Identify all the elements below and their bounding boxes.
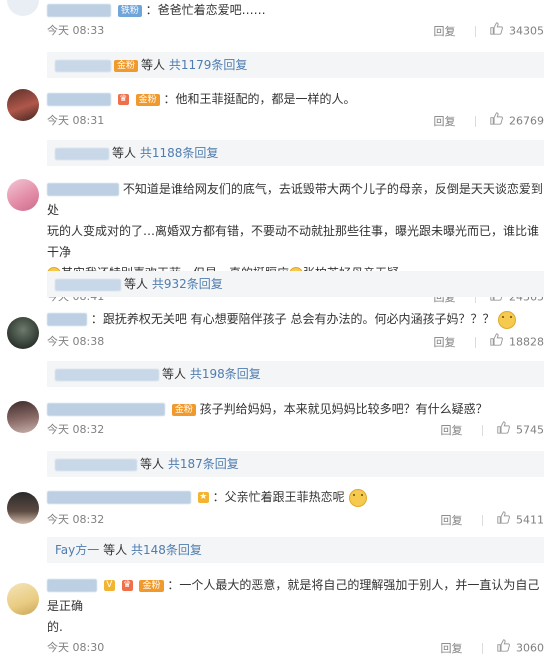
thumbs-up-icon[interactable] — [496, 511, 510, 530]
username[interactable] — [47, 4, 111, 17]
thumbs-up-icon[interactable] — [489, 333, 503, 352]
gold-fan-badge: 金粉 — [114, 59, 139, 72]
divider — [482, 643, 483, 654]
sub-reply-link[interactable]: 共932条回复 — [152, 277, 223, 291]
username[interactable] — [47, 313, 87, 326]
username[interactable] — [47, 183, 119, 196]
sub-reply-username[interactable] — [55, 147, 109, 160]
vip-crown-icon: ★ — [197, 492, 209, 503]
sub-reply-username[interactable] — [55, 59, 111, 72]
comment-text: ：他和王菲挺配的，都是一样的人。 — [163, 92, 356, 106]
comment-time: 今天 08:30 — [47, 641, 105, 654]
sub-reply-link[interactable]: 共198条回复 — [190, 367, 261, 381]
sub-reply-suffix: 等人 — [141, 58, 166, 72]
like-count: 3060 — [516, 641, 544, 655]
sub-reply-link[interactable]: 共187条回复 — [168, 457, 239, 471]
avatar[interactable] — [7, 583, 39, 615]
divider — [475, 116, 476, 127]
like-count: 26769 — [509, 114, 544, 128]
sub-reply-username[interactable]: Fay方一 — [55, 543, 99, 557]
divider — [475, 337, 476, 348]
avatar[interactable] — [7, 317, 39, 349]
avatar[interactable] — [7, 492, 39, 524]
avatar[interactable] — [7, 0, 39, 16]
reply-button[interactable]: 回复 — [434, 25, 456, 38]
thumbs-up-icon[interactable] — [496, 421, 510, 440]
avatar[interactable] — [7, 401, 39, 433]
avatar[interactable] — [7, 89, 39, 121]
divider — [482, 425, 483, 436]
sub-reply-summary[interactable]: 等人 共187条回复 — [47, 451, 544, 477]
like-count: 34305 — [509, 24, 544, 38]
reply-button[interactable]: 回复 — [441, 642, 463, 655]
like-count: 5745 — [516, 423, 544, 437]
comment-time: 今天 08:33 — [47, 24, 105, 37]
like-count: 5411 — [516, 513, 544, 527]
reply-button[interactable]: 回复 — [441, 424, 463, 437]
comment-text-line-2: 玩的人变成对的了…离婚双方都有错，不要动不动就扯那些往事，曝光跟未曝光而已，谁比… — [47, 224, 540, 259]
sub-reply-username[interactable] — [55, 368, 159, 381]
iron-fan-badge: 铁粉 — [117, 4, 142, 17]
thumbs-up-icon[interactable] — [496, 639, 510, 658]
sub-reply-link[interactable]: 共1188条回复 — [140, 146, 219, 160]
comment-text: 孩子判给妈妈，本来就见妈妈比较多吧？有什么疑惑？ — [199, 402, 488, 416]
like-count: 18828 — [509, 335, 544, 349]
sub-reply-suffix: 等人 — [112, 146, 137, 160]
comment-text: ：跟抚养权无关吧 有心想要陪伴孩子 总会有办法的。何必内涵孩子妈？？？ — [90, 312, 495, 326]
sub-reply-suffix: 等人 — [140, 457, 165, 471]
comment-time: 今天 08:38 — [47, 335, 105, 348]
username[interactable] — [47, 93, 111, 106]
sub-reply-summary[interactable]: 金粉 等人 共1179条回复 — [47, 52, 544, 78]
divider — [475, 26, 476, 37]
thumbs-up-icon[interactable] — [489, 22, 503, 41]
avatar[interactable] — [7, 179, 39, 211]
gold-fan-badge: 金粉 — [171, 403, 196, 416]
thumbs-up-icon[interactable] — [489, 112, 503, 131]
sub-reply-summary[interactable]: Fay方一 等人 共148条回复 — [47, 537, 544, 563]
wink-emoji-icon — [348, 488, 367, 507]
divider — [482, 515, 483, 526]
reply-button[interactable]: 回复 — [434, 115, 456, 128]
sub-reply-link[interactable]: 共148条回复 — [131, 543, 202, 557]
vip-crown-icon: ♛ — [121, 580, 133, 591]
comment-text-line-1: ：一个人最大的恶意，就是将自己的理解强加于别人，并一直认为自己是正确 — [47, 578, 540, 613]
sub-reply-suffix: 等人 — [124, 277, 149, 291]
sub-reply-username[interactable] — [55, 278, 121, 291]
comment-text: ：爸爸忙着恋爱吧…… — [145, 3, 266, 17]
username[interactable] — [47, 491, 191, 504]
sub-reply-summary[interactable]: 等人 共1188条回复 — [47, 140, 544, 166]
wink-emoji-icon — [498, 310, 517, 329]
vip-v-icon: V — [103, 580, 115, 591]
gold-fan-badge: 金粉 — [139, 579, 164, 592]
sub-reply-summary[interactable]: 等人 共932条回复 — [47, 271, 544, 297]
sub-reply-suffix: 等人 — [162, 367, 187, 381]
gold-fan-badge: 金粉 — [135, 93, 160, 106]
comment-text: ：父亲忙着跟王菲热恋呢 — [212, 490, 345, 504]
sub-reply-suffix: 等人 — [103, 543, 128, 557]
sub-reply-summary[interactable]: 等人 共198条回复 — [47, 361, 544, 387]
comment-time: 今天 08:31 — [47, 114, 105, 127]
reply-button[interactable]: 回复 — [441, 514, 463, 527]
vip-crown-icon: ♛ — [117, 94, 129, 105]
comment-text-line-1: 不知道是谁给网友们的底气，去诋毁带大两个儿子的母亲，反倒是天天谈恋爱到处 — [47, 182, 543, 217]
reply-button[interactable]: 回复 — [434, 336, 456, 349]
comment-time: 今天 08:32 — [47, 423, 105, 436]
comment-text-line-2: 的. — [47, 620, 63, 634]
username[interactable] — [47, 579, 97, 592]
sub-reply-username[interactable] — [55, 458, 137, 471]
sub-reply-link[interactable]: 共1179条回复 — [169, 58, 248, 72]
comment-time: 今天 08:32 — [47, 513, 105, 526]
username[interactable] — [47, 403, 165, 416]
